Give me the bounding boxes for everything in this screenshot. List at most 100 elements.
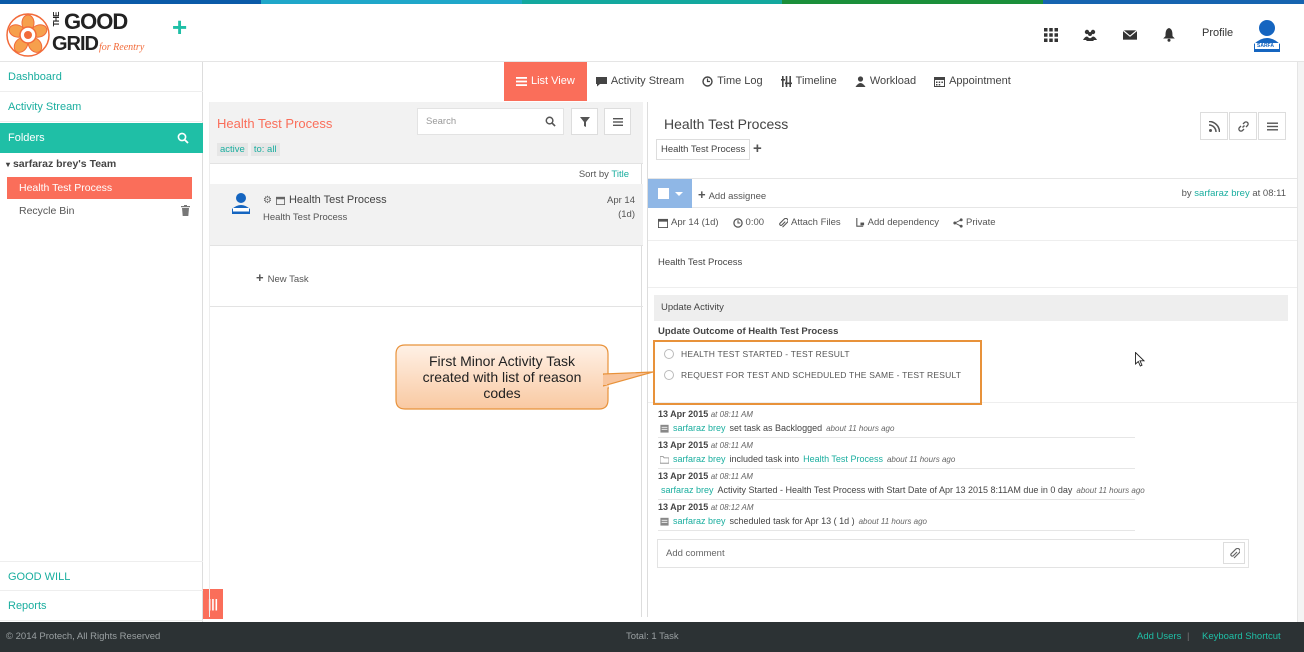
apps-grid-icon[interactable] [1044, 28, 1058, 42]
task-row[interactable]: ⚙ Health Test Process Health Test Proces… [210, 184, 643, 246]
plus-icon: + [256, 270, 264, 285]
log-entry: sarfaraz brey Activity Started - Health … [661, 485, 1145, 495]
sort-prefix: Sort by [578, 169, 609, 180]
tab-activity-stream[interactable]: Activity Stream [587, 62, 693, 101]
sidebar-folders-header[interactable]: Folders [0, 123, 203, 153]
users-icon[interactable] [1083, 28, 1097, 42]
page-scrollbar[interactable] [1297, 62, 1304, 622]
filter-tag-active[interactable]: active [217, 143, 248, 156]
task-title[interactable]: ⚙ Health Test Process [263, 194, 387, 206]
detail-menu-button[interactable] [1258, 112, 1286, 140]
list-menu-button[interactable] [604, 108, 631, 135]
new-task-button[interactable]: + New Task [256, 270, 309, 285]
folder-icon [660, 455, 669, 464]
sort-value[interactable]: Title [611, 169, 629, 180]
bell-icon[interactable] [1162, 28, 1176, 42]
share-icon [953, 217, 963, 228]
profile-avatar[interactable]: SARFA [1252, 18, 1282, 52]
attach-files-button[interactable]: Attach Files [778, 217, 841, 228]
logo-the: THE [52, 12, 61, 27]
status-checkbox-icon [658, 188, 669, 199]
time-tracking-control[interactable]: 0:00 [732, 217, 764, 228]
sidebar-item-good-will[interactable]: GOOD WILL [0, 561, 203, 591]
sort-by-control[interactable]: Sort by Title [579, 169, 629, 180]
team-tree-node[interactable]: ▾ sarfaraz brey's Team [6, 158, 116, 170]
search-placeholder: Search [426, 116, 457, 127]
comment-placeholder: Add comment [666, 548, 725, 559]
log-date: 13 Apr 2015 at 08:11 AM [658, 440, 753, 450]
sidebar-item-reports[interactable]: Reports [0, 591, 203, 621]
log-separator [658, 437, 1135, 438]
detail-title[interactable]: Health Test Process [664, 116, 788, 132]
list-search-input[interactable]: Search [417, 108, 564, 135]
filter-tag-to-all[interactable]: to: all [250, 143, 280, 156]
privacy-button[interactable]: Private [953, 217, 996, 228]
link-button[interactable] [1229, 112, 1257, 140]
status-dropdown[interactable] [648, 179, 692, 208]
tab-label: Workload [869, 75, 917, 87]
folder-tag[interactable]: Health Test Process [656, 139, 751, 160]
comment-input[interactable]: Add comment [657, 539, 1249, 568]
add-assignee-button[interactable]: + Add assignee [698, 187, 766, 202]
app-header: THE GOOD GRID for Reentry + Profile SARF… [0, 4, 1304, 62]
keyboard-shortcut-link[interactable]: Keyboard Shortcut [1202, 622, 1281, 652]
dependency-icon [855, 217, 864, 227]
assignment-bar: + Add assignee by sarfaraz brey at 08:11 [648, 178, 1298, 208]
trash-icon[interactable] [181, 205, 190, 216]
description-text: Health Test Process [658, 257, 743, 268]
good-grid-logo[interactable]: THE GOOD GRID for Reentry [4, 10, 154, 60]
filter-button[interactable] [571, 108, 598, 135]
tab-label: Appointment [949, 75, 1011, 87]
log-user[interactable]: sarfaraz brey [673, 454, 726, 464]
sidebar-item-dashboard[interactable]: Dashboard [0, 62, 203, 92]
add-dependency-button[interactable]: Add dependency [855, 217, 939, 228]
tab-timeline[interactable]: Timeline [772, 62, 846, 101]
list-icon [516, 77, 527, 86]
menu-icon [613, 118, 623, 126]
by-user[interactable]: sarfaraz brey [1194, 188, 1249, 199]
sidebar-item-activity-stream[interactable]: Activity Stream [0, 92, 203, 122]
task-assignee-avatar [232, 193, 250, 214]
calendar-icon [658, 218, 668, 228]
log-text: set task as Backlogged [729, 423, 823, 433]
due-date-control[interactable]: Apr 14 (1d) [658, 217, 719, 228]
team-name: sarfaraz brey's Team [12, 158, 117, 170]
add-users-link[interactable]: Add Users [1137, 622, 1181, 652]
folder-search-icon[interactable] [177, 132, 189, 144]
calendar-icon [275, 196, 285, 205]
cogs-icon: ⚙ [263, 194, 272, 206]
mail-icon[interactable] [1123, 28, 1137, 42]
folder-item-health-test-process[interactable]: Health Test Process [7, 177, 192, 199]
profile-link[interactable]: Profile [1202, 27, 1233, 39]
tab-workload[interactable]: Workload [846, 62, 925, 101]
task-title-text: Health Test Process [288, 194, 387, 206]
log-ago: about 11 hours ago [858, 516, 927, 526]
log-entry: sarfaraz brey included task into Health … [660, 454, 955, 464]
rss-button[interactable] [1200, 112, 1228, 140]
list-divider [210, 306, 643, 307]
tab-appointment[interactable]: Appointment [925, 62, 1020, 101]
privacy-label: Private [965, 217, 996, 228]
log-ago: about 11 hours ago [826, 423, 895, 433]
task-meta-row: Apr 14 (1d) 0:00 Attach Files Add depend… [658, 217, 996, 228]
timeline-icon [780, 76, 792, 87]
callout-pointer [603, 371, 653, 387]
paperclip-icon [1230, 548, 1240, 559]
log-user[interactable]: sarfaraz brey [661, 485, 714, 495]
task-description[interactable]: Health Test Process [648, 240, 1298, 288]
tab-time-log[interactable]: Time Log [693, 62, 771, 101]
view-tabs: List View Activity Stream Time Log Timel… [504, 62, 1020, 101]
log-user[interactable]: sarfaraz brey [673, 423, 726, 433]
comment-attach-button[interactable] [1223, 542, 1245, 564]
log-link[interactable]: Health Test Process [803, 454, 883, 464]
folder-item-recycle-bin[interactable]: Recycle Bin [19, 205, 74, 217]
tab-list-view[interactable]: List View [504, 62, 587, 101]
task-due-date: Apr 14 [607, 195, 635, 206]
link-icon [1238, 121, 1249, 132]
attach-label: Attach Files [791, 217, 841, 228]
log-user[interactable]: sarfaraz brey [673, 516, 726, 526]
add-folder-icon[interactable]: + [753, 140, 762, 157]
add-assignee-label: Add assignee [708, 191, 767, 202]
calendar-icon [934, 77, 946, 87]
quick-add-icon[interactable]: + [172, 14, 187, 40]
